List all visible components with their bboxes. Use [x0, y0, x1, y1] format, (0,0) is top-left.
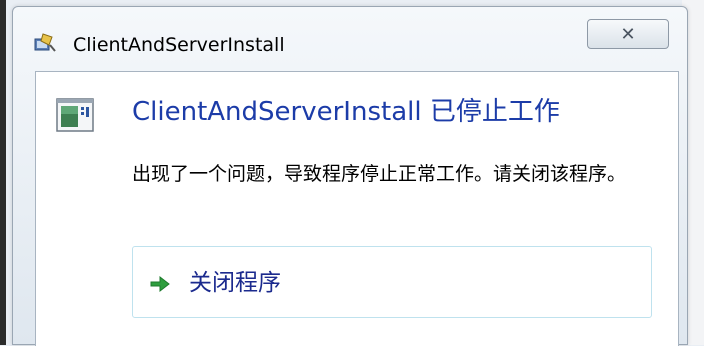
close-icon: ✕ [620, 23, 636, 45]
program-window-icon [56, 98, 94, 132]
error-message: 出现了一个问题，导致程序停止正常工作。请关闭该程序。 [132, 163, 627, 185]
close-program-command[interactable]: 关闭程序 [132, 246, 652, 318]
application-icon [34, 33, 56, 52]
close-program-label: 关闭程序 [189, 270, 281, 296]
close-button[interactable]: ✕ [587, 19, 669, 49]
dialog-content-panel: ClientAndServerInstall 已停止工作 出现了一个问题，导致程… [35, 71, 679, 346]
error-dialog-window: ClientAndServerInstall ✕ ClientAndServer… [12, 6, 688, 346]
green-arrow-icon [150, 275, 170, 293]
dialog-heading: ClientAndServerInstall 已停止工作 [132, 97, 560, 127]
background-left-edge [0, 0, 6, 345]
window-title: ClientAndServerInstall [73, 34, 285, 56]
